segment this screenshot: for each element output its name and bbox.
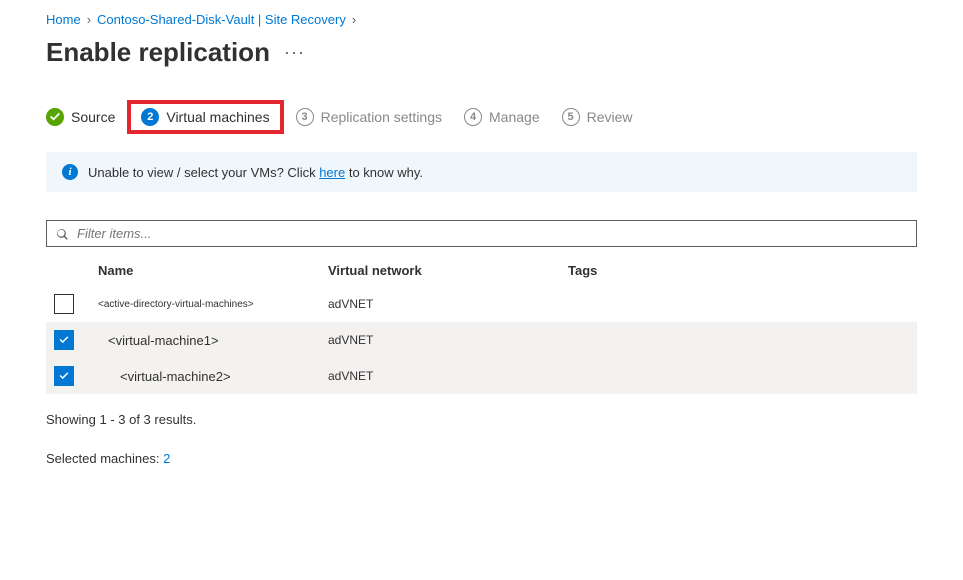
more-options-button[interactable]: ··· (284, 42, 305, 63)
checkbox-checked[interactable] (54, 366, 74, 386)
breadcrumb-home-link[interactable]: Home (46, 12, 81, 27)
step-number-icon: 5 (562, 108, 580, 126)
selected-number: 2 (163, 451, 170, 466)
highlight-annotation: 2 Virtual machines (127, 100, 283, 134)
check-icon (46, 108, 64, 126)
step-number-icon: 2 (141, 108, 159, 126)
wizard-step-label: Manage (489, 109, 540, 125)
page-title-row: Enable replication ··· (46, 37, 917, 68)
row-name: <virtual-machine2> (98, 369, 328, 384)
filter-box[interactable] (46, 220, 917, 247)
chevron-right-icon: › (87, 12, 91, 27)
checkbox-checked[interactable] (54, 330, 74, 350)
filter-input[interactable] (77, 226, 908, 241)
check-icon (57, 369, 71, 383)
info-text: Unable to view / select your VMs? Click … (88, 165, 423, 180)
results-count: Showing 1 - 3 of 3 results. (46, 412, 917, 427)
info-here-link[interactable]: here (319, 165, 345, 180)
wizard-step-label: Replication settings (321, 109, 442, 125)
checkbox[interactable] (54, 294, 74, 314)
selected-count: Selected machines: 2 (46, 451, 917, 466)
table-header: Name Virtual network Tags (46, 255, 917, 286)
wizard-step-label: Virtual machines (166, 109, 269, 125)
info-text-b: to know why. (345, 165, 423, 180)
chevron-right-icon: › (352, 12, 356, 27)
wizard-step-virtual-machines[interactable]: 2 Virtual machines (141, 108, 269, 126)
info-icon: i (62, 164, 78, 180)
search-icon (55, 227, 69, 241)
check-icon (57, 333, 71, 347)
wizard-step-label: Source (71, 109, 115, 125)
wizard-step-source[interactable]: Source (46, 108, 115, 126)
wizard-steps: Source 2 Virtual machines 3 Replication … (46, 104, 917, 130)
step-number-icon: 3 (296, 108, 314, 126)
row-vnet: adVNET (328, 369, 568, 383)
wizard-step-manage[interactable]: 4 Manage (464, 108, 540, 126)
step-number-icon: 4 (464, 108, 482, 126)
col-name: Name (98, 263, 328, 278)
col-vnet: Virtual network (328, 263, 568, 278)
row-vnet: adVNET (328, 297, 568, 311)
info-text-a: Unable to view / select your VMs? Click (88, 165, 319, 180)
wizard-step-review[interactable]: 5 Review (562, 108, 633, 126)
table-row[interactable]: <virtual-machine2> adVNET (46, 358, 917, 394)
selected-label: Selected machines: (46, 451, 163, 466)
row-name: <active-directory-virtual-machines> (98, 299, 328, 310)
table-row[interactable]: <active-directory-virtual-machines> adVN… (46, 286, 917, 322)
row-name: <virtual-machine1> (98, 333, 328, 348)
table-row[interactable]: <virtual-machine1> adVNET (46, 322, 917, 358)
breadcrumb: Home › Contoso-Shared-Disk-Vault | Site … (46, 12, 917, 27)
col-tags: Tags (568, 263, 909, 278)
info-banner: i Unable to view / select your VMs? Clic… (46, 152, 917, 192)
page-title: Enable replication (46, 37, 270, 68)
wizard-step-replication-settings[interactable]: 3 Replication settings (296, 108, 442, 126)
wizard-step-label: Review (587, 109, 633, 125)
breadcrumb-vault-link[interactable]: Contoso-Shared-Disk-Vault | Site Recover… (97, 12, 346, 27)
row-vnet: adVNET (328, 333, 568, 347)
